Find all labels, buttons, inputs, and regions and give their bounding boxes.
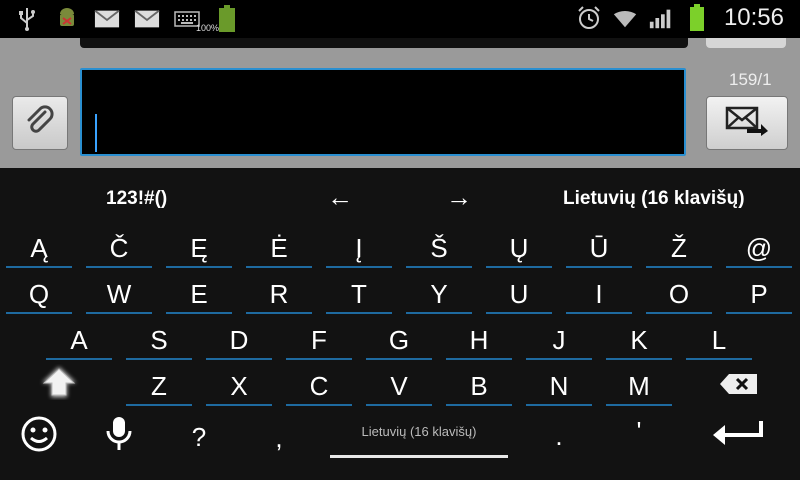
message-input[interactable]	[80, 68, 686, 156]
key[interactable]: C	[284, 366, 354, 406]
enter-key[interactable]	[704, 416, 774, 458]
send-button[interactable]	[706, 96, 788, 150]
key[interactable]: L	[684, 320, 754, 360]
email-icon	[94, 6, 120, 32]
previous-field-edge	[80, 38, 688, 48]
key[interactable]: Z	[124, 366, 194, 406]
key[interactable]: V	[364, 366, 434, 406]
status-bar: 100% 10:56	[0, 0, 800, 38]
language-switch-key[interactable]: Lietuvių (16 klavišų)	[563, 188, 745, 210]
alarm-icon	[576, 5, 602, 31]
previous-button-edge	[706, 38, 786, 48]
key[interactable]: A	[44, 320, 114, 360]
key[interactable]: Š	[404, 228, 474, 268]
voice-input-key[interactable]	[84, 416, 154, 458]
battery-icon	[684, 4, 710, 31]
android-debug-icon	[54, 6, 80, 32]
key[interactable]: Q	[4, 274, 74, 314]
key[interactable]: O	[644, 274, 714, 314]
key[interactable]: T	[324, 274, 394, 314]
key[interactable]: Ą	[4, 228, 74, 268]
wifi-icon	[612, 5, 638, 31]
key[interactable]: E	[164, 274, 234, 314]
paperclip-icon	[23, 104, 57, 143]
usb-icon	[14, 6, 40, 32]
key[interactable]: F	[284, 320, 354, 360]
smiley-icon	[19, 414, 59, 461]
key[interactable]: J	[524, 320, 594, 360]
key[interactable]: @	[724, 228, 794, 268]
backspace-key[interactable]	[704, 366, 774, 406]
key[interactable]: Ė	[244, 228, 314, 268]
period-key[interactable]: .	[524, 416, 594, 458]
key[interactable]: Č	[84, 228, 154, 268]
question-key[interactable]: ?	[164, 416, 234, 458]
space-bar-label: Lietuvių (16 klavišų)	[361, 424, 477, 439]
text-caret	[95, 114, 97, 152]
key[interactable]: Ū	[564, 228, 634, 268]
key[interactable]: P	[724, 274, 794, 314]
key[interactable]: N	[524, 366, 594, 406]
key[interactable]: H	[444, 320, 514, 360]
key[interactable]: U	[484, 274, 554, 314]
backspace-icon	[719, 371, 759, 402]
key[interactable]: S	[124, 320, 194, 360]
clock: 10:56	[723, 4, 784, 31]
apostrophe-key[interactable]: '	[604, 416, 674, 458]
cursor-left-key[interactable]: ←	[327, 182, 353, 213]
signal-icon	[648, 5, 674, 31]
symbols-key[interactable]: 123!#()	[106, 188, 167, 210]
key[interactable]: W	[84, 274, 154, 314]
key[interactable]: Ž	[644, 228, 714, 268]
keyboard-top-bar: 123!#() ← → Lietuvių (16 klavišų)	[0, 168, 800, 226]
key[interactable]: Ų	[484, 228, 554, 268]
shift-arrow-icon	[36, 363, 82, 410]
email-icon	[134, 6, 160, 32]
key[interactable]: G	[364, 320, 434, 360]
char-counter: 159/1	[729, 70, 772, 89]
comma-key[interactable]: ,	[244, 416, 314, 458]
shift-key[interactable]	[24, 366, 94, 406]
key[interactable]: I	[564, 274, 634, 314]
attach-button[interactable]	[12, 96, 68, 150]
key[interactable]: Y	[404, 274, 474, 314]
key[interactable]: K	[604, 320, 674, 360]
space-bar[interactable]: Lietuvių (16 klavišų)	[328, 416, 510, 460]
key[interactable]: D	[204, 320, 274, 360]
key[interactable]: R	[244, 274, 314, 314]
key[interactable]: M	[604, 366, 674, 406]
microphone-icon	[104, 415, 134, 460]
emoji-key[interactable]	[4, 416, 74, 458]
compose-area: 159/1	[0, 38, 800, 168]
enter-arrow-icon	[711, 419, 767, 456]
keyboard: 123!#() ← → Lietuvių (16 klavišų) Ą Č Ę …	[0, 168, 800, 480]
space-bar-line	[330, 455, 508, 458]
battery-percent: 100%	[196, 23, 220, 33]
key[interactable]: B	[444, 366, 514, 406]
key[interactable]: Ę	[164, 228, 234, 268]
key[interactable]: Į	[324, 228, 394, 268]
send-message-icon	[725, 105, 769, 142]
key[interactable]: X	[204, 366, 274, 406]
cursor-right-key[interactable]: →	[446, 182, 472, 213]
